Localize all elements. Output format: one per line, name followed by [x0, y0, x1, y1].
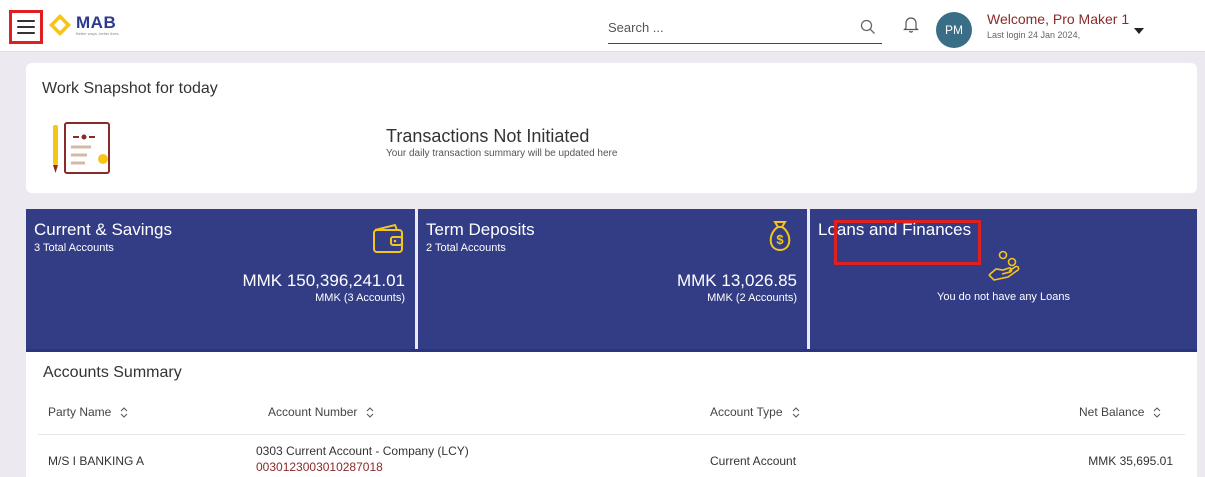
- snapshot-status: Transactions Not Initiated Your daily tr…: [386, 126, 617, 159]
- money-bag-icon: $: [769, 221, 791, 252]
- search-box: [608, 14, 882, 44]
- tile-title: Term Deposits: [426, 220, 535, 239]
- hand-coins-icon: [988, 250, 1020, 281]
- checklist-illustration-icon: [53, 122, 110, 174]
- summary-title: Accounts Summary: [43, 364, 182, 381]
- tile-amount-subtitle: MMK (2 Accounts): [707, 292, 797, 304]
- snapshot-title: Work Snapshot for today: [42, 80, 218, 97]
- account-description: 0303 Current Account - Company (LCY): [256, 444, 469, 458]
- work-snapshot-card: Work Snapshot for today Transactions Not…: [26, 63, 1197, 193]
- no-loans-message: You do not have any Loans: [937, 291, 1070, 303]
- menu-bar: [17, 20, 35, 22]
- tile-subtitle: 3 Total Accounts: [34, 242, 114, 254]
- tile-amount: MMK 150,396,241.01: [242, 271, 405, 290]
- snapshot-status-title: Transactions Not Initiated: [386, 126, 590, 146]
- search-input[interactable]: [608, 14, 848, 40]
- net-balance-cell: MMK 35,695.01: [1088, 454, 1173, 468]
- search-icon[interactable]: [860, 19, 876, 35]
- account-number-cell: 0303 Current Account - Company (LCY) 003…: [256, 444, 469, 474]
- header-divider: [38, 434, 1185, 435]
- last-login-text: Last login 24 Jan 2024,: [987, 30, 1081, 40]
- tile-subtitle: 2 Total Accounts: [426, 242, 506, 254]
- menu-bar: [17, 26, 35, 28]
- brand-name: MAB: [76, 13, 117, 32]
- svg-text:$: $: [776, 232, 784, 247]
- brand-tagline: Better ways, better lives.: [76, 31, 120, 36]
- bell-icon[interactable]: [903, 15, 919, 33]
- menu-bar: [17, 32, 35, 34]
- wallet-icon: [373, 223, 403, 253]
- tile-title: Current & Savings: [34, 220, 172, 239]
- account-type-cell: Current Account: [710, 454, 797, 468]
- sort-icon: [367, 406, 374, 418]
- column-header-label: Account Number: [268, 405, 358, 419]
- tile-amount: MMK 13,026.85: [676, 271, 797, 290]
- column-header-account-type[interactable]: Account Type: [710, 405, 800, 419]
- top-header: MAB Better ways, better lives. PM Welcom…: [0, 0, 1205, 52]
- column-header-label: Net Balance: [1079, 405, 1145, 419]
- hamburger-menu-button[interactable]: [9, 10, 43, 44]
- party-name-cell: M/S I BANKING A: [48, 454, 145, 468]
- column-header-net-balance[interactable]: Net Balance: [1079, 405, 1161, 419]
- brand-logo[interactable]: MAB Better ways, better lives.: [48, 13, 120, 37]
- tile-amount-subtitle: MMK (3 Accounts): [315, 292, 405, 304]
- snapshot-status-subtitle: Your daily transaction summary will be u…: [386, 148, 618, 159]
- avatar[interactable]: PM: [936, 12, 972, 48]
- column-header-party-name[interactable]: Party Name: [48, 405, 128, 419]
- tile-current-savings[interactable]: Current & Savings 3 Total Accounts MMK 1…: [26, 209, 415, 349]
- sort-icon: [792, 406, 799, 418]
- accounts-summary: Accounts Summary Party Name Account Numb…: [26, 352, 1197, 477]
- column-header-account-number[interactable]: Account Number: [268, 405, 374, 419]
- account-number-link[interactable]: 0030123003010287018: [256, 460, 469, 474]
- loans-title-highlight: [834, 220, 981, 265]
- user-info[interactable]: Welcome, Pro Maker 1 Last login 24 Jan 2…: [987, 11, 1129, 40]
- tile-term-deposits[interactable]: Term Deposits 2 Total Accounts $ MMK 13,…: [415, 209, 807, 349]
- sort-icon: [1154, 406, 1161, 418]
- sort-icon: [121, 406, 128, 418]
- logo-diamond-icon: [49, 14, 71, 36]
- column-header-label: Party Name: [48, 405, 112, 419]
- account-tiles: Current & Savings 3 Total Accounts MMK 1…: [26, 209, 1197, 349]
- user-menu-caret-icon[interactable]: [1134, 28, 1144, 34]
- column-header-label: Account Type: [710, 405, 783, 419]
- welcome-text: Welcome, Pro Maker 1: [987, 11, 1130, 27]
